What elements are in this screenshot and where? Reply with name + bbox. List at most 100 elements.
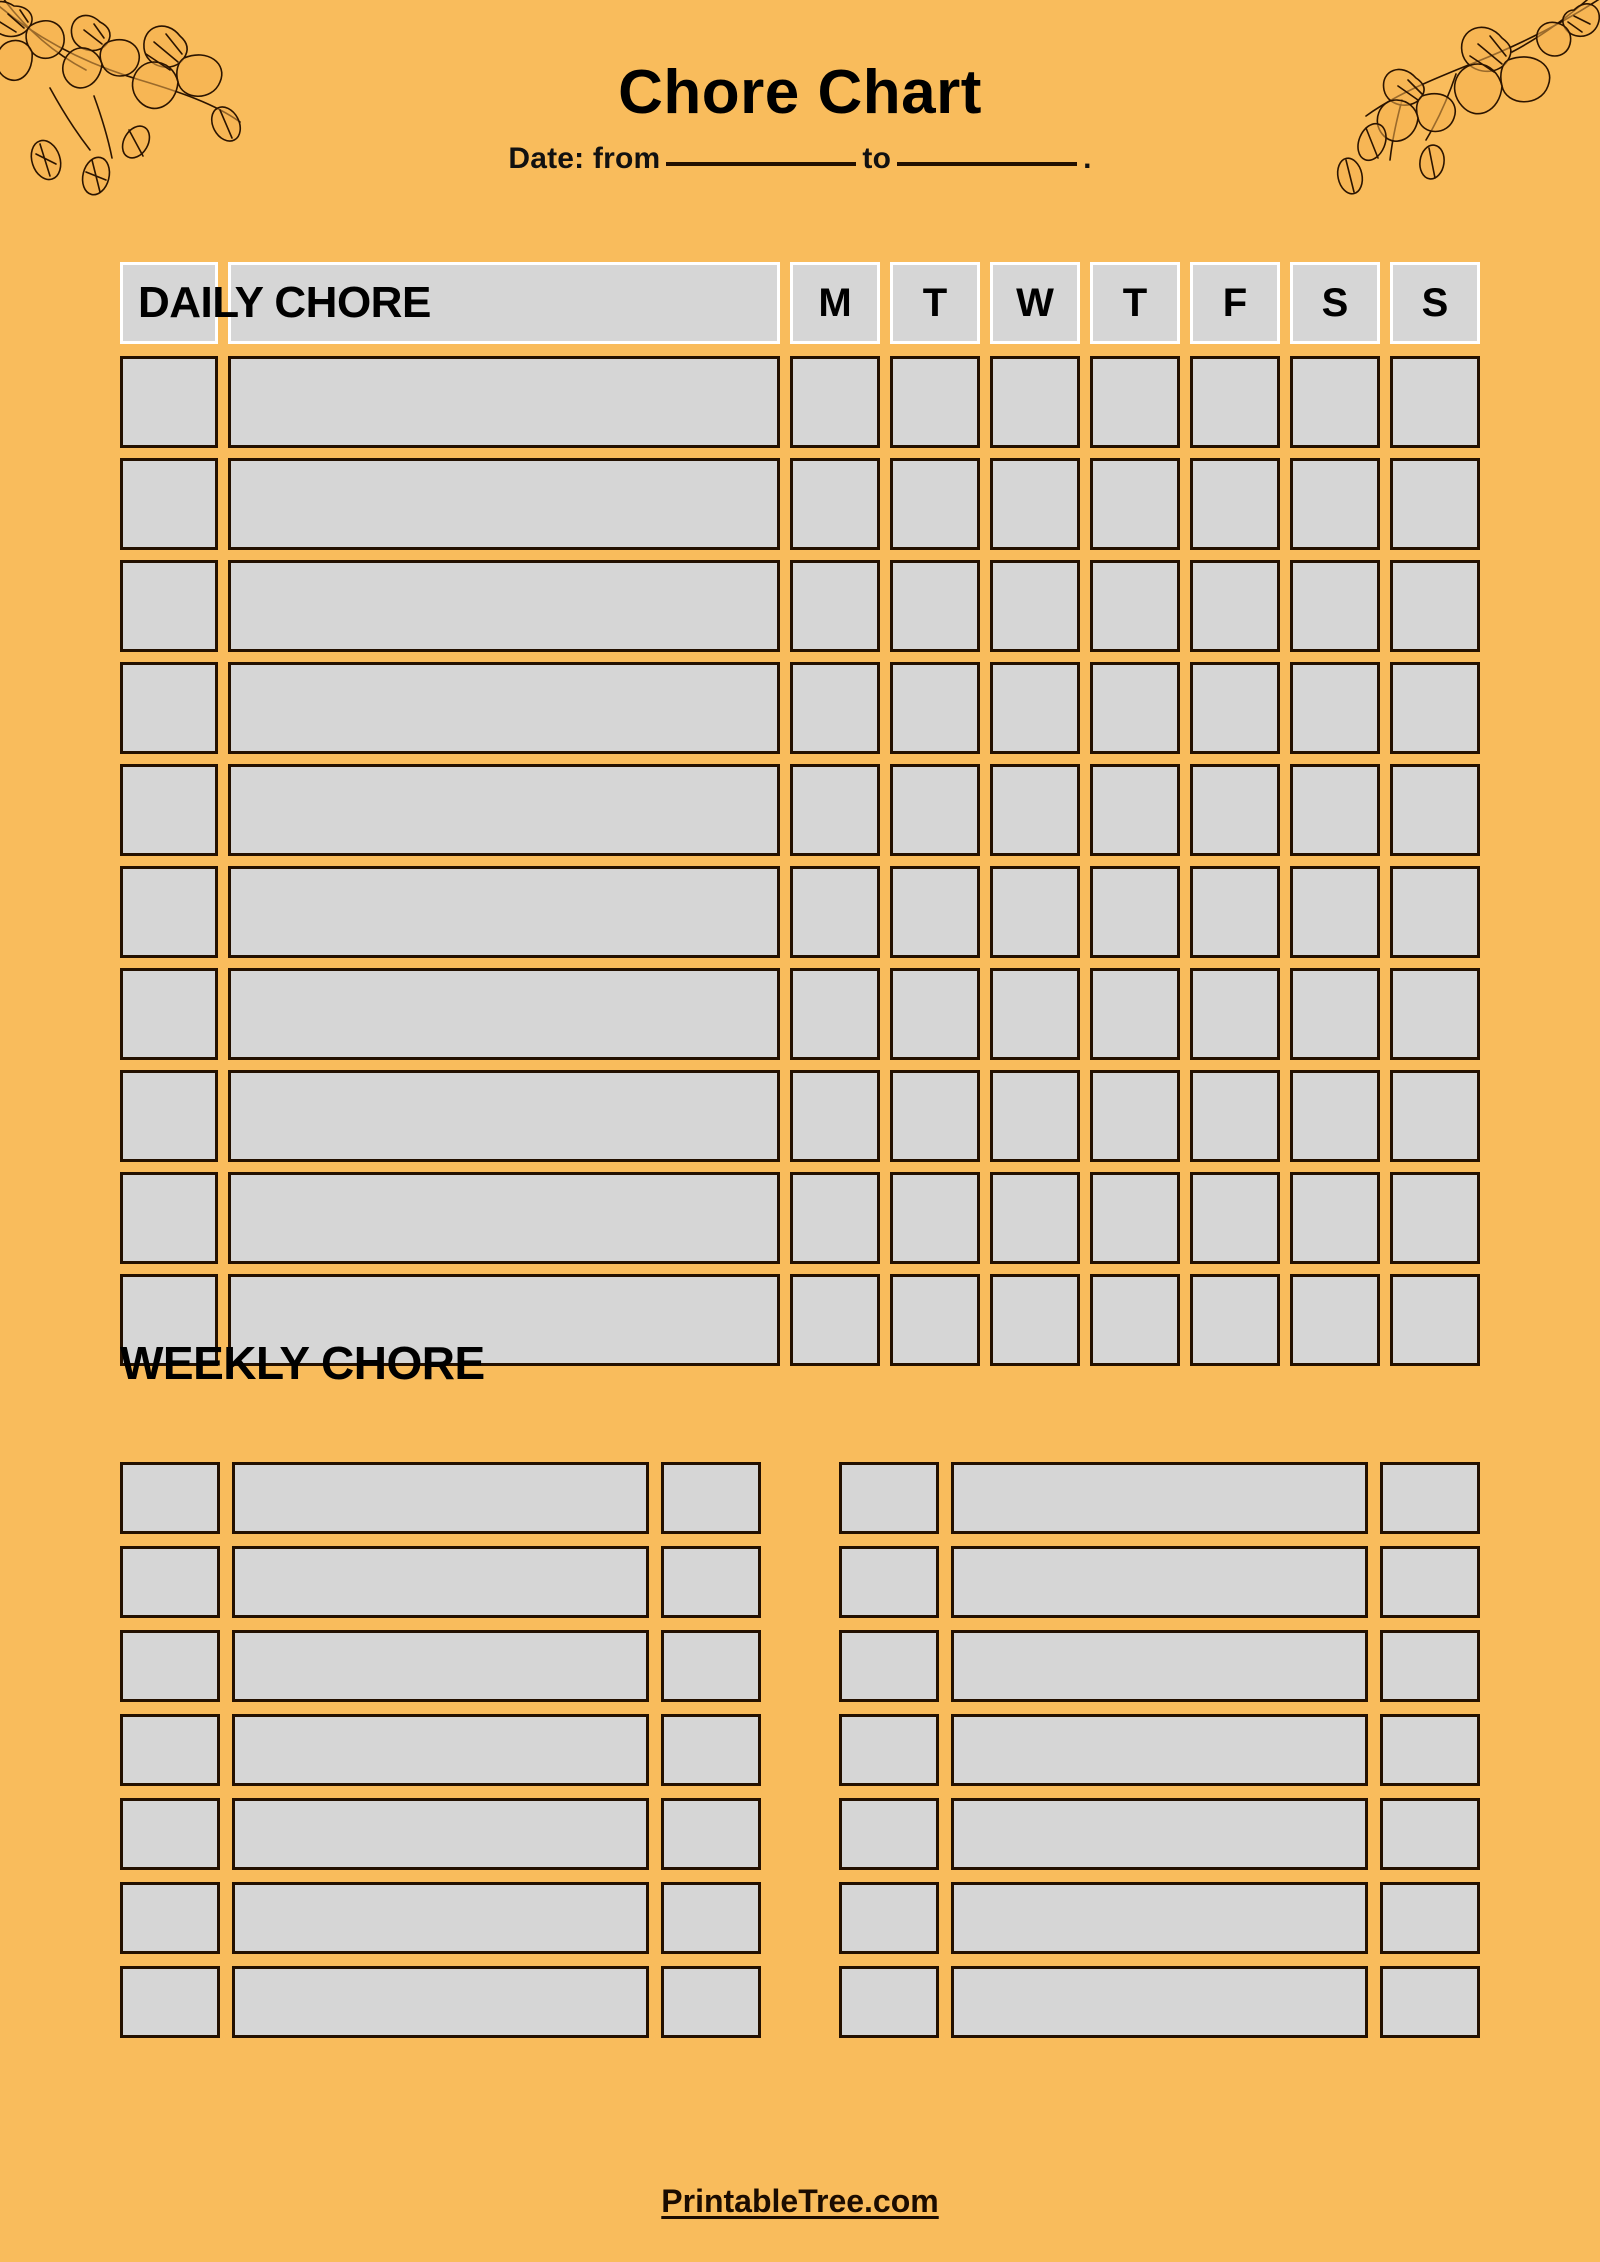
daily-day-checkbox-monday[interactable] — [790, 662, 880, 754]
daily-day-checkbox-thursday[interactable] — [1090, 560, 1180, 652]
weekly-row-checkbox-right[interactable] — [661, 1882, 761, 1954]
daily-day-checkbox-monday[interactable] — [790, 866, 880, 958]
site-link[interactable]: PrintableTree.com — [661, 2183, 938, 2219]
daily-day-checkbox-friday[interactable] — [1190, 356, 1280, 448]
weekly-row-checkbox-left[interactable] — [120, 1630, 220, 1702]
weekly-task-input[interactable] — [232, 1546, 649, 1618]
daily-row-checkbox[interactable] — [120, 968, 218, 1060]
daily-day-checkbox-tuesday[interactable] — [890, 560, 980, 652]
weekly-row-checkbox-left[interactable] — [120, 1546, 220, 1618]
weekly-row-checkbox-left[interactable] — [120, 1714, 220, 1786]
daily-day-checkbox-monday[interactable] — [790, 458, 880, 550]
daily-task-input[interactable] — [228, 1070, 780, 1162]
weekly-task-input[interactable] — [232, 1882, 649, 1954]
daily-day-checkbox-saturday[interactable] — [1290, 1070, 1380, 1162]
daily-day-checkbox-wednesday[interactable] — [990, 968, 1080, 1060]
weekly-task-input[interactable] — [951, 1546, 1368, 1618]
weekly-row-checkbox-right[interactable] — [661, 1798, 761, 1870]
daily-day-checkbox-sunday[interactable] — [1390, 1070, 1480, 1162]
daily-day-checkbox-thursday[interactable] — [1090, 866, 1180, 958]
daily-task-input[interactable] — [228, 662, 780, 754]
daily-day-checkbox-saturday[interactable] — [1290, 560, 1380, 652]
daily-day-checkbox-sunday[interactable] — [1390, 560, 1480, 652]
weekly-row-checkbox-right[interactable] — [661, 1714, 761, 1786]
daily-task-input[interactable] — [228, 560, 780, 652]
daily-day-checkbox-friday[interactable] — [1190, 1172, 1280, 1264]
daily-day-checkbox-tuesday[interactable] — [890, 458, 980, 550]
daily-day-checkbox-friday[interactable] — [1190, 560, 1280, 652]
weekly-task-input[interactable] — [951, 1882, 1368, 1954]
daily-day-checkbox-sunday[interactable] — [1390, 866, 1480, 958]
daily-task-input[interactable] — [228, 458, 780, 550]
daily-day-checkbox-saturday[interactable] — [1290, 458, 1380, 550]
daily-day-checkbox-tuesday[interactable] — [890, 764, 980, 856]
daily-row-checkbox[interactable] — [120, 356, 218, 448]
daily-day-checkbox-friday[interactable] — [1190, 662, 1280, 754]
daily-day-checkbox-tuesday[interactable] — [890, 356, 980, 448]
daily-day-checkbox-wednesday[interactable] — [990, 356, 1080, 448]
weekly-row-checkbox-right[interactable] — [1380, 1462, 1480, 1534]
weekly-row-checkbox-left[interactable] — [120, 1882, 220, 1954]
daily-day-checkbox-tuesday[interactable] — [890, 1070, 980, 1162]
daily-day-checkbox-wednesday[interactable] — [990, 764, 1080, 856]
weekly-row-checkbox-right[interactable] — [1380, 1882, 1480, 1954]
weekly-task-input[interactable] — [232, 1714, 649, 1786]
weekly-row-checkbox-right[interactable] — [661, 1630, 761, 1702]
daily-day-checkbox-friday[interactable] — [1190, 1070, 1280, 1162]
weekly-row-checkbox-right[interactable] — [1380, 1546, 1480, 1618]
daily-day-checkbox-tuesday[interactable] — [890, 662, 980, 754]
daily-day-checkbox-friday[interactable] — [1190, 458, 1280, 550]
weekly-row-checkbox-right[interactable] — [1380, 1630, 1480, 1702]
weekly-row-checkbox-left[interactable] — [839, 1714, 939, 1786]
weekly-task-input[interactable] — [951, 1798, 1368, 1870]
daily-day-checkbox-wednesday[interactable] — [990, 1070, 1080, 1162]
daily-day-checkbox-thursday[interactable] — [1090, 968, 1180, 1060]
weekly-row-checkbox-left[interactable] — [839, 1798, 939, 1870]
weekly-row-checkbox-left[interactable] — [839, 1966, 939, 2038]
daily-row-checkbox[interactable] — [120, 560, 218, 652]
daily-day-checkbox-tuesday[interactable] — [890, 1172, 980, 1264]
daily-day-checkbox-thursday[interactable] — [1090, 662, 1180, 754]
daily-day-checkbox-friday[interactable] — [1190, 866, 1280, 958]
daily-row-checkbox[interactable] — [120, 764, 218, 856]
daily-day-checkbox-saturday[interactable] — [1290, 968, 1380, 1060]
daily-day-checkbox-wednesday[interactable] — [990, 662, 1080, 754]
weekly-row-checkbox-left[interactable] — [839, 1630, 939, 1702]
daily-day-checkbox-monday[interactable] — [790, 968, 880, 1060]
daily-day-checkbox-sunday[interactable] — [1390, 764, 1480, 856]
daily-day-checkbox-monday[interactable] — [790, 356, 880, 448]
daily-day-checkbox-tuesday[interactable] — [890, 866, 980, 958]
daily-task-input[interactable] — [228, 968, 780, 1060]
weekly-row-checkbox-right[interactable] — [1380, 1798, 1480, 1870]
weekly-task-input[interactable] — [951, 1630, 1368, 1702]
daily-day-checkbox-thursday[interactable] — [1090, 356, 1180, 448]
date-to-input[interactable] — [897, 162, 1078, 166]
weekly-row-checkbox-left[interactable] — [839, 1546, 939, 1618]
daily-day-checkbox-thursday[interactable] — [1090, 1172, 1180, 1264]
daily-day-checkbox-wednesday[interactable] — [990, 458, 1080, 550]
daily-day-checkbox-wednesday[interactable] — [990, 560, 1080, 652]
weekly-task-input[interactable] — [232, 1966, 649, 2038]
daily-day-checkbox-saturday[interactable] — [1290, 356, 1380, 448]
daily-day-checkbox-thursday[interactable] — [1090, 458, 1180, 550]
daily-task-input[interactable] — [228, 764, 780, 856]
daily-day-checkbox-thursday[interactable] — [1090, 1070, 1180, 1162]
daily-day-checkbox-sunday[interactable] — [1390, 1172, 1480, 1264]
daily-day-checkbox-saturday[interactable] — [1290, 1172, 1380, 1264]
daily-task-input[interactable] — [228, 356, 780, 448]
daily-task-input[interactable] — [228, 1172, 780, 1264]
weekly-row-checkbox-right[interactable] — [661, 1966, 761, 2038]
weekly-row-checkbox-right[interactable] — [661, 1462, 761, 1534]
daily-day-checkbox-wednesday[interactable] — [990, 866, 1080, 958]
daily-day-checkbox-monday[interactable] — [790, 560, 880, 652]
daily-day-checkbox-sunday[interactable] — [1390, 356, 1480, 448]
weekly-row-checkbox-right[interactable] — [661, 1546, 761, 1618]
weekly-task-input[interactable] — [232, 1798, 649, 1870]
daily-row-checkbox[interactable] — [120, 866, 218, 958]
daily-day-checkbox-sunday[interactable] — [1390, 662, 1480, 754]
daily-day-checkbox-sunday[interactable] — [1390, 968, 1480, 1060]
weekly-row-checkbox-left[interactable] — [120, 1966, 220, 2038]
daily-day-checkbox-friday[interactable] — [1190, 764, 1280, 856]
daily-day-checkbox-thursday[interactable] — [1090, 764, 1180, 856]
daily-day-checkbox-friday[interactable] — [1190, 968, 1280, 1060]
